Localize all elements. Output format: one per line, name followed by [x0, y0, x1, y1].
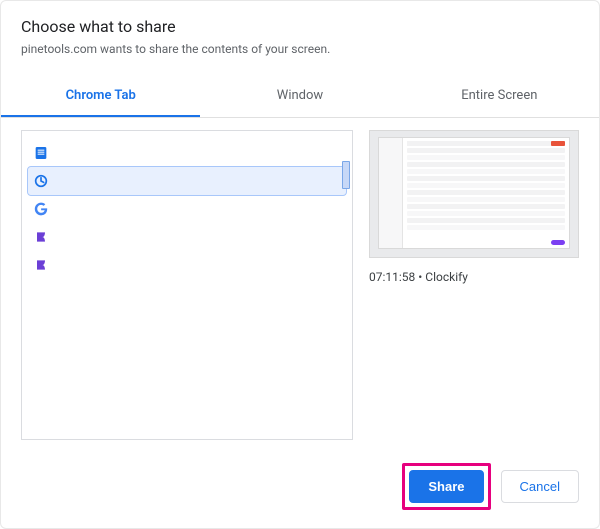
preview-caption: 07:11:58 • Clockify [369, 270, 579, 284]
tab-list-item[interactable] [28, 167, 346, 195]
cancel-button[interactable]: Cancel [501, 470, 579, 503]
document-icon [32, 144, 50, 162]
tab-list-item[interactable] [28, 195, 346, 223]
preview-thumbnail[interactable] [369, 130, 579, 258]
scrollbar-thumb[interactable] [342, 161, 350, 189]
share-type-tabs: Chrome Tab Window Entire Screen [1, 78, 599, 118]
tab-entire-screen[interactable]: Entire Screen [400, 78, 599, 117]
dialog-subtitle: pinetools.com wants to share the content… [21, 42, 579, 56]
app-icon [32, 256, 50, 274]
app-icon [32, 228, 50, 246]
tab-list-panel [21, 130, 353, 440]
share-button[interactable]: Share [409, 470, 483, 503]
tab-list-item[interactable] [28, 251, 346, 279]
clockify-icon [32, 172, 50, 190]
tab-chrome-tab[interactable]: Chrome Tab [1, 78, 200, 117]
google-icon [32, 200, 50, 218]
preview-panel: 07:11:58 • Clockify [369, 130, 579, 440]
share-highlight-box: Share [402, 463, 490, 510]
tab-list-item[interactable] [28, 223, 346, 251]
dialog-title: Choose what to share [21, 17, 579, 36]
tab-window[interactable]: Window [200, 78, 399, 117]
tab-list-item[interactable] [28, 139, 346, 167]
